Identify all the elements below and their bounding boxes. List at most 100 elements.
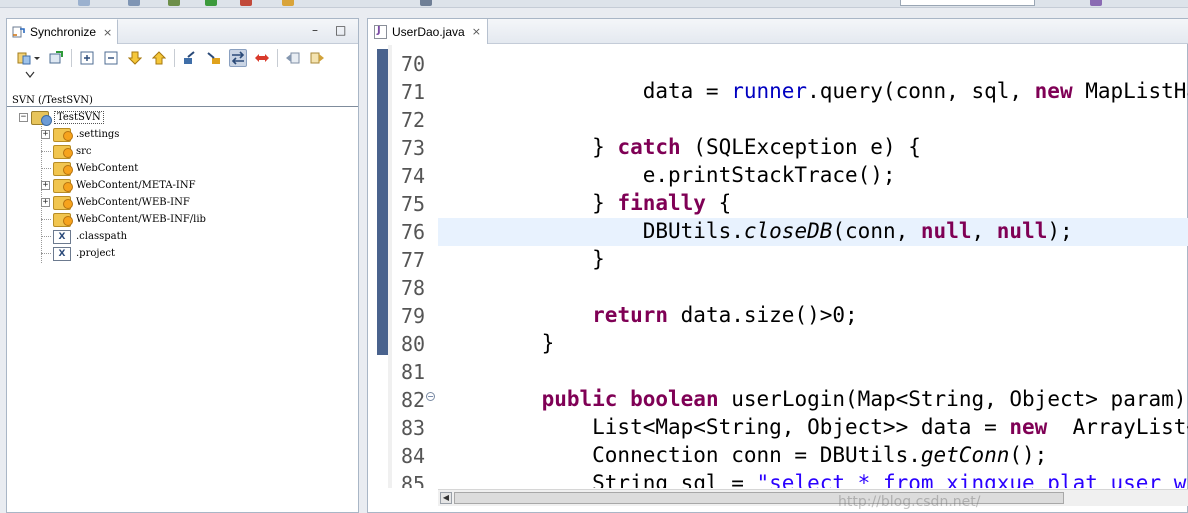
synchronize-icon <box>12 25 26 39</box>
code-line[interactable]: 73 } catch (SQLException e) { <box>368 134 1188 162</box>
expand-icon[interactable]: + <box>41 130 50 139</box>
code-text: } catch (SQLException e) { <box>491 135 921 159</box>
tree-item-web-inf[interactable]: + WebContent/WEB-INF <box>19 194 349 211</box>
code-line[interactable]: 80 } <box>368 330 1188 358</box>
view-menu-icon[interactable] <box>25 71 35 82</box>
search-icon[interactable] <box>420 0 432 6</box>
expand-icon[interactable]: + <box>41 181 50 190</box>
repository-label: SVN (/TestSVN) <box>12 95 93 106</box>
tab-synchronize-label: Synchronize <box>30 25 97 39</box>
incoming-outgoing-mode-icon[interactable] <box>229 49 247 67</box>
code-token: } <box>491 247 605 271</box>
line-number: 73 <box>401 136 426 160</box>
incoming-mode-icon[interactable] <box>181 49 199 67</box>
java-perspective-icon[interactable] <box>1090 0 1102 6</box>
code-token: userLogin(Map<String, Object> param) { <box>718 387 1188 411</box>
code-token: (conn, <box>832 219 921 243</box>
code-token: ArrayList<Map< <box>1072 415 1188 439</box>
tree-item-settings[interactable]: + .settings <box>19 126 349 143</box>
xml-file-icon: X <box>53 246 71 261</box>
code-line[interactable]: 83 List<Map<String, Object>> data = new … <box>368 414 1188 442</box>
main-toolbar <box>0 0 1188 8</box>
tab-synchronize[interactable]: Synchronize × <box>7 19 118 44</box>
folder-icon <box>53 144 73 159</box>
chevron-down-icon[interactable] <box>33 49 41 67</box>
back-icon[interactable] <box>284 49 302 67</box>
tree-item-label: .classpath <box>76 231 128 242</box>
code-token: Connection conn = DBUtils. <box>491 443 921 467</box>
code-line[interactable]: 79 return data.size()>0; <box>368 302 1188 330</box>
save-icon[interactable] <box>128 0 140 6</box>
code-line[interactable]: 71 data = runner.query(conn, sql, new Ma… <box>368 78 1188 106</box>
java-file-icon <box>374 24 387 39</box>
forward-icon[interactable] <box>308 49 326 67</box>
minimize-icon[interactable]: – <box>312 23 318 37</box>
next-change-icon[interactable] <box>126 49 144 67</box>
external-tools-icon[interactable] <box>240 0 252 6</box>
line-number: 84 <box>401 444 426 468</box>
code-text: data = runner.query(conn, sql, new MapLi… <box>491 79 1188 103</box>
close-icon[interactable]: × <box>103 26 112 39</box>
code-line[interactable]: 82− public boolean userLogin(Map<String,… <box>368 386 1188 414</box>
outgoing-mode-icon[interactable] <box>205 49 223 67</box>
tree-item-webcontent[interactable]: WebContent <box>19 160 349 177</box>
tree-item-classpath[interactable]: X .classpath <box>19 228 349 245</box>
expand-icon[interactable]: + <box>41 198 50 207</box>
code-line[interactable]: 72 <box>368 106 1188 134</box>
code-token: DBUtils. <box>491 219 744 243</box>
code-line[interactable]: 75 } finally { <box>368 190 1188 218</box>
code-token: List<Map<String, Object>> data = <box>491 415 1010 439</box>
open-type-icon[interactable] <box>282 0 294 6</box>
quick-access-input[interactable] <box>900 0 1035 6</box>
keyword-token: finally <box>617 191 706 215</box>
scroll-left-icon[interactable]: ◀ <box>440 492 452 504</box>
project-icon <box>31 110 52 126</box>
change-set-icon[interactable] <box>15 49 33 67</box>
code-text: DBUtils.closeDB(conn, null, null); <box>491 219 1073 243</box>
code-line[interactable]: 76 DBUtils.closeDB(conn, null, null); <box>368 218 1188 246</box>
line-number: 81 <box>401 360 426 384</box>
synchronize-toolbar <box>7 45 358 71</box>
code-line[interactable]: 85 String sql = "select * from xingxue_p… <box>368 470 1188 488</box>
code-token: MapListHandler <box>1085 79 1188 103</box>
sync-tree: − TestSVN + .settings src WebContent + W… <box>19 109 349 263</box>
code-line[interactable]: 78 <box>368 274 1188 302</box>
previous-change-icon[interactable] <box>150 49 168 67</box>
code-line[interactable]: 70 <box>368 50 1188 78</box>
debug-icon[interactable] <box>168 0 180 6</box>
tree-item-web-inf-lib[interactable]: WebContent/WEB-INF/lib <box>19 211 349 228</box>
code-text: public boolean userLogin(Map<String, Obj… <box>491 387 1188 411</box>
maximize-icon[interactable]: □ <box>335 23 346 37</box>
fold-icon[interactable]: − <box>426 392 435 401</box>
collapse-icon[interactable]: − <box>19 113 28 122</box>
pin-icon[interactable] <box>47 49 65 67</box>
tree-item-label: .project <box>76 248 116 259</box>
tree-item-testsvn[interactable]: − TestSVN <box>19 109 349 126</box>
new-icon[interactable] <box>78 0 90 6</box>
line-number: 71 <box>401 80 426 104</box>
code-text: String sql = "select * from xingxue_plat… <box>491 471 1188 488</box>
conflicts-mode-icon[interactable] <box>253 49 271 67</box>
code-token: getConn <box>920 443 1010 467</box>
java-editor: UserDao.java × 7071 data = runner.query(… <box>367 18 1188 513</box>
close-icon[interactable]: × <box>472 25 481 38</box>
code-line[interactable]: 77 } <box>368 246 1188 274</box>
tab-userdao-java[interactable]: UserDao.java × <box>368 19 488 44</box>
folder-icon <box>53 127 73 142</box>
code-line[interactable]: 74 e.printStackTrace(); <box>368 162 1188 190</box>
tree-item-label: .settings <box>76 129 120 140</box>
run-icon[interactable] <box>205 0 217 6</box>
toolbar-separator <box>71 49 72 67</box>
tree-item-project[interactable]: X .project <box>19 245 349 262</box>
horizontal-scrollbar[interactable]: ◀ <box>438 489 1188 506</box>
keyword-token: return <box>592 303 669 327</box>
collapse-all-icon[interactable] <box>102 49 120 67</box>
tree-item-label: WebContent/WEB-INF <box>76 197 190 208</box>
code-area[interactable]: 70 71 data = runner.query(conn, sql, new … <box>368 45 1188 488</box>
tree-item-meta-inf[interactable]: + WebContent/META-INF <box>19 177 349 194</box>
expand-all-icon[interactable] <box>78 49 96 67</box>
code-line[interactable]: 81 <box>368 358 1188 386</box>
code-line[interactable]: 84 Connection conn = DBUtils.getConn(); <box>368 442 1188 470</box>
tree-item-src[interactable]: src <box>19 143 349 160</box>
